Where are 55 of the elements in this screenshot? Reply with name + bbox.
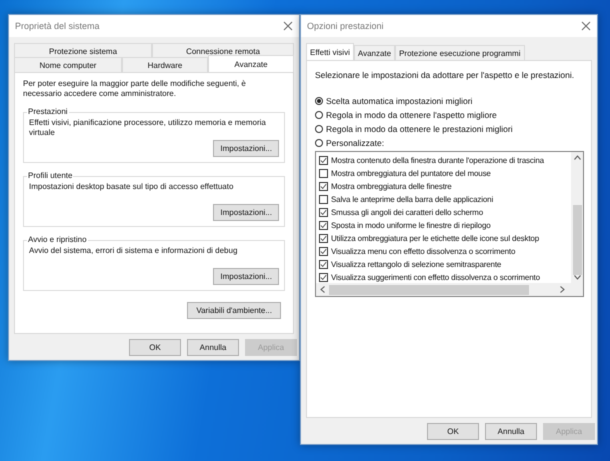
radio-label[interactable]: Scelta automatica impostazioni migliori [326, 96, 472, 106]
info-text: Per poter eseguire la maggior parte delle modifiche seguenti, è necessario accedere come amministratore. [23, 79, 247, 99]
scroll-left-icon[interactable] [320, 286, 325, 293]
tab[interactable]: Nome computer [14, 57, 122, 72]
checkbox-label[interactable]: Visualizza rettangolo di selezione semitrasparente [331, 260, 502, 268]
close-icon[interactable] [581, 21, 591, 31]
info-text: Selezionare le impostazioni da adottare per l'aspetto e le prestazioni. [315, 70, 576, 80]
radio-label[interactable]: Regola in modo da ottenere l'aspetto migliore [326, 110, 497, 120]
radio-label[interactable]: Regola in modo da ottenere le prestazioni migliori [326, 124, 513, 134]
radio-button[interactable] [315, 139, 323, 147]
window-title: Proprietà del sistema [15, 21, 100, 31]
dialog-button[interactable]: OK [129, 338, 181, 356]
close-icon[interactable] [283, 21, 293, 31]
radio-button[interactable] [315, 125, 323, 133]
environment-variables-button[interactable]: Variabili d'ambiente... [187, 302, 281, 319]
scrollbar-thumb[interactable] [572, 205, 582, 275]
group-title: Profili utente [27, 171, 74, 181]
tab[interactable]: Avanzate [354, 45, 396, 60]
group-description: Avvio del sistema, errori di sistema e informazioni di debug [29, 246, 238, 257]
checkbox-label[interactable]: Visualizza suggerimenti con effetto dissolvenza o scorrimento [331, 272, 540, 282]
group-title: Prestazioni [27, 107, 69, 117]
group-description: Impostazioni desktop basate sul tipo di accesso effettuato [29, 182, 234, 193]
dialog-button[interactable]: Annulla [187, 338, 239, 356]
scroll-down-icon[interactable] [574, 275, 580, 280]
horizontal-scrollbar[interactable] [316, 283, 583, 296]
tab[interactable]: Avanzate [208, 55, 294, 72]
checkbox-label[interactable]: Visualizza menu con effetto dissolvenza o scorrimento [331, 246, 516, 256]
settings-button[interactable]: Impostazioni... [213, 204, 279, 221]
checkbox-label[interactable]: Mostra contenuto della finestra durante l'operazione di trascina [331, 156, 544, 164]
checkbox-label[interactable]: Mostra ombreggiatura delle finestre [331, 182, 452, 190]
dialog-button[interactable]: Annulla [485, 422, 537, 440]
radio-label[interactable]: Personalizzate: [326, 138, 384, 148]
group-description: Effetti visivi, pianificazione processore, utilizzo memoria e memoria virtuale [29, 118, 267, 139]
scroll-right-icon[interactable] [560, 286, 565, 293]
checkbox-label[interactable]: Sposta in modo uniforme le finestre di riepilogo [331, 220, 491, 230]
tab[interactable]: Hardware [122, 57, 208, 72]
group-title: Avvio e ripristino [27, 235, 88, 245]
dialog-button[interactable]: OK [427, 422, 479, 440]
radio-button[interactable] [315, 111, 323, 119]
checkbox[interactable] [319, 194, 328, 204]
settings-button[interactable]: Impostazioni... [213, 140, 279, 157]
tab[interactable]: Protezione esecuzione programmi [395, 45, 524, 60]
tab[interactable]: Effetti visivi [306, 43, 354, 60]
checkbox-label[interactable]: Smussa gli angoli dei caratteri dello schermo [331, 208, 483, 216]
scroll-up-icon[interactable] [574, 155, 580, 160]
window-title: Opzioni prestazioni [307, 21, 384, 31]
checkbox[interactable] [319, 168, 328, 178]
checkbox-label[interactable]: Mostra ombreggiatura del puntatore del mouse [331, 168, 491, 178]
vertical-scrollbar[interactable] [571, 152, 583, 283]
checkbox-label[interactable]: Salva le anteprime della barra delle applicazioni [331, 194, 494, 204]
checkbox-label[interactable]: Utilizza ombreggiatura per le etichette delle icone sul desktop [331, 234, 540, 242]
settings-button[interactable]: Impostazioni... [213, 268, 279, 285]
radio-button[interactable] [315, 97, 323, 105]
scrollbar-thumb[interactable] [329, 284, 529, 294]
tab[interactable]: Protezione sistema [14, 43, 152, 58]
